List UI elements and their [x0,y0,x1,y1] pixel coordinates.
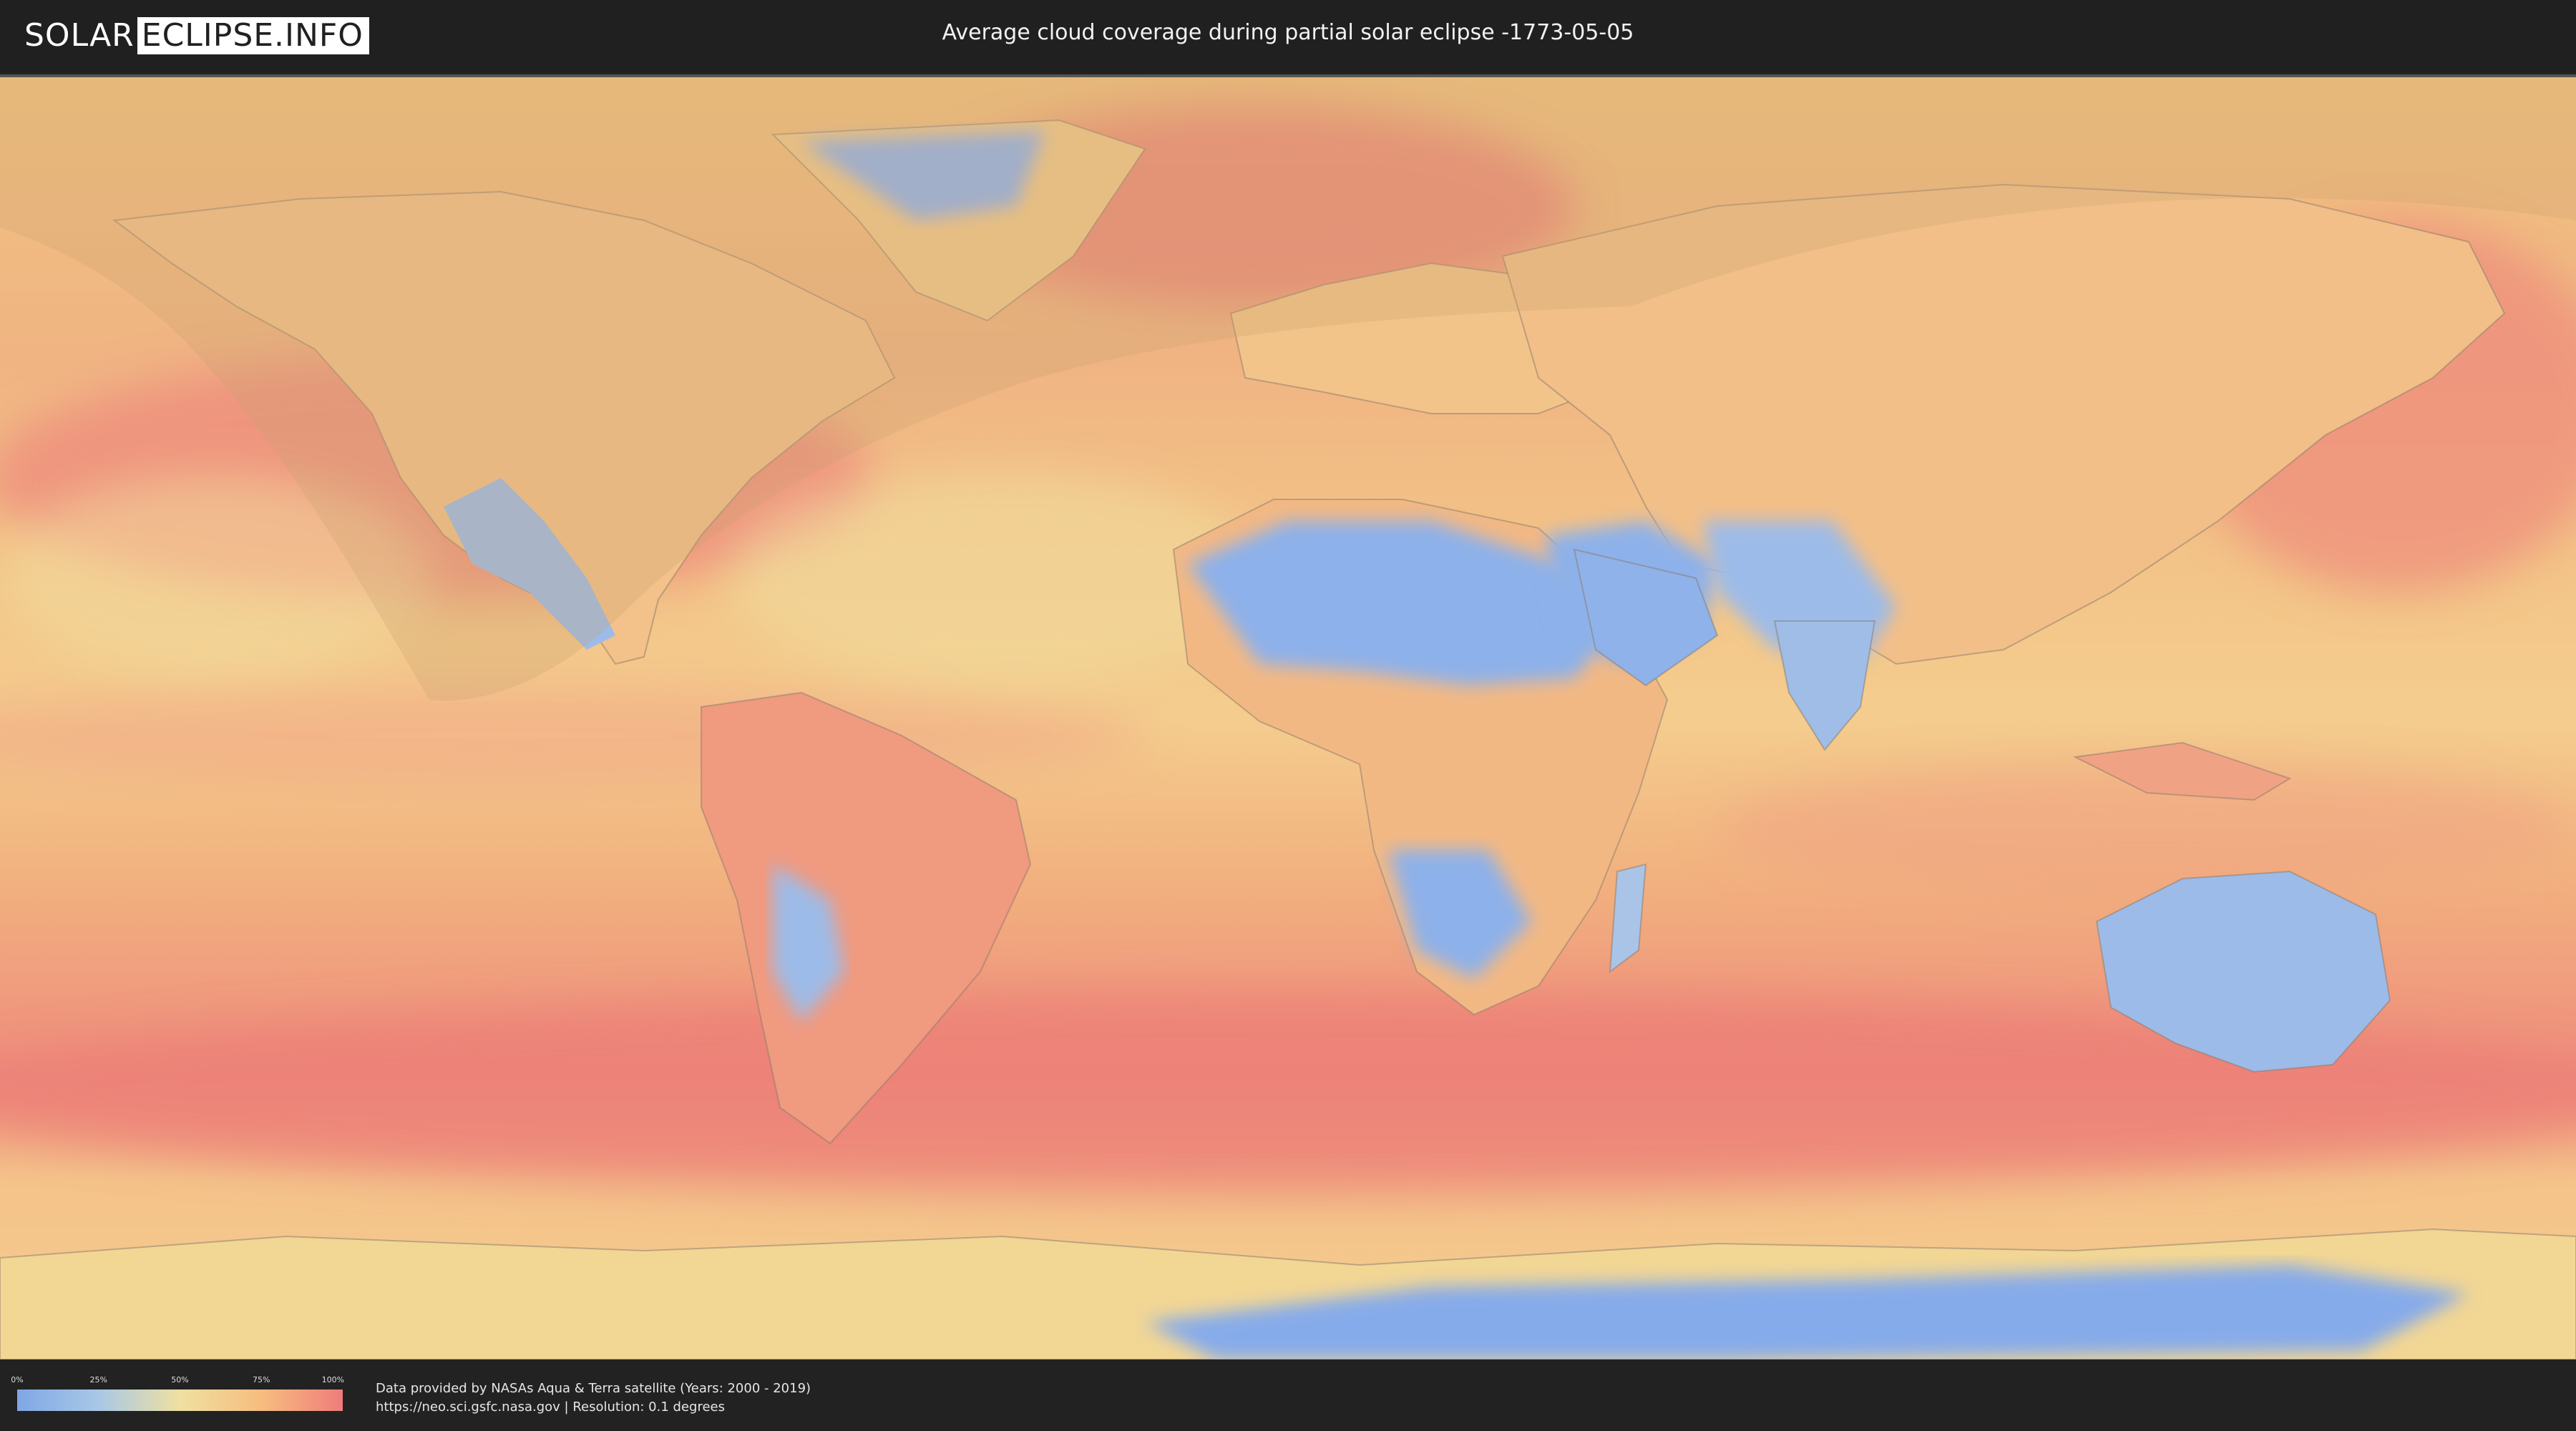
world-map-svg [0,77,2576,1359]
legend-tick-0: 0% [11,1375,24,1384]
page-title: Average cloud coverage during partial so… [942,20,1634,45]
legend-color-bar [17,1390,343,1411]
credits-url[interactable]: https://neo.sci.gsfc.nasa.gov | Resoluti… [376,1398,811,1417]
legend-tick-100: 100% [321,1375,345,1384]
credits-source: Data provided by NASAs Aqua & Terra sate… [376,1381,811,1396]
legend-tick-50: 50% [171,1375,189,1384]
header-bar: SOLAR ECLIPSE.INFO Average cloud coverag… [0,0,2576,72]
footer-bar: 0% 25% 50% 75% 100% Data provided by NAS… [0,1359,2576,1431]
legend-tick-25: 25% [89,1375,107,1384]
cloud-coverage-legend: 0% 25% 50% 75% 100% [11,1375,345,1415]
legend-tick-75: 75% [253,1375,270,1384]
data-credits: Data provided by NASAs Aqua & Terra sate… [376,1379,811,1417]
cloud-coverage-map[interactable] [0,74,2576,1362]
